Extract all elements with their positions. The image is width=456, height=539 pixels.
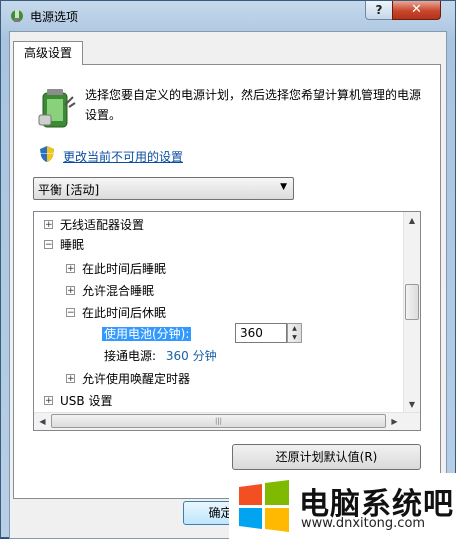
- plugged-in-label: 接通电源:: [104, 349, 157, 363]
- power-options-window: 电源选项 ? ✕ 高级设置 选择您要自定义的电源计划，然后选择您希望计算机管理的…: [0, 0, 456, 539]
- spin-up-icon[interactable]: ▲: [288, 324, 301, 333]
- expand-icon[interactable]: +: [44, 220, 53, 230]
- close-button[interactable]: ✕: [392, 1, 441, 20]
- tree-item-label: 在此时间后休眠: [82, 306, 167, 320]
- spin-down-icon[interactable]: ▼: [288, 333, 301, 342]
- title-bar[interactable]: 电源选项 ? ✕: [1, 1, 456, 31]
- plugged-in-setting-row[interactable]: 接通电源: 360 分钟: [104, 347, 217, 365]
- tree-item-label: USB 设置: [60, 394, 113, 408]
- battery-plug-icon: [38, 89, 76, 128]
- uac-shield-icon: [40, 146, 54, 162]
- window-title: 电源选项: [30, 10, 79, 24]
- description-text: 选择您要自定义的电源计划，然后选择您希望计算机管理的电源设置。: [85, 88, 422, 122]
- scroll-left-icon[interactable]: ◀: [34, 413, 51, 430]
- vertical-scroll-thumb[interactable]: [405, 284, 419, 320]
- expand-icon[interactable]: +: [66, 374, 75, 384]
- scroll-down-icon[interactable]: ▼: [404, 396, 420, 413]
- power-settings-tree[interactable]: + 无线适配器设置 − 睡眠 + 在此时间后睡眠 + 允许混合睡眠 − 在此时间…: [33, 211, 421, 431]
- change-unavailable-settings-link[interactable]: 更改当前不可用的设置: [63, 148, 183, 165]
- expand-icon[interactable]: +: [44, 396, 53, 406]
- collapse-icon[interactable]: −: [44, 240, 53, 250]
- battery-minutes-input[interactable]: 360: [235, 323, 287, 343]
- collapse-icon[interactable]: −: [66, 308, 75, 318]
- power-plan-dropdown[interactable]: 平衡 [活动] ▼: [33, 177, 294, 200]
- battery-setting-row: 使用电池(分钟):: [102, 325, 192, 343]
- scroll-up-icon[interactable]: ▲: [404, 212, 420, 229]
- horizontal-scrollbar[interactable]: ◀ ||| ▶: [34, 412, 420, 430]
- tree-item-label: 允许混合睡眠: [82, 284, 155, 298]
- watermark-url: www.dnxitong.com: [301, 516, 426, 531]
- expand-icon[interactable]: +: [66, 286, 75, 296]
- vertical-scrollbar[interactable]: ▲ ▼: [403, 212, 420, 413]
- battery-minutes-spinner[interactable]: ▲ ▼: [287, 323, 302, 343]
- tree-item-label: 在此时间后睡眠: [82, 262, 167, 276]
- site-watermark: 电脑系统吧 www.dnxitong.com: [229, 473, 456, 539]
- power-plan-value: 平衡 [活动]: [38, 183, 100, 197]
- windows-logo-icon: [239, 480, 289, 532]
- tree-item-label: 无线适配器设置: [60, 218, 145, 232]
- power-options-icon: [11, 10, 23, 22]
- tab-advanced-settings[interactable]: 高级设置: [13, 41, 83, 65]
- expand-icon[interactable]: +: [66, 264, 75, 274]
- tree-item-label: 允许使用唤醒定时器: [82, 372, 191, 386]
- restore-plan-defaults-button[interactable]: 还原计划默认值(R): [232, 444, 421, 470]
- plugged-in-value[interactable]: 360 分钟: [166, 349, 217, 363]
- scroll-right-icon[interactable]: ▶: [386, 413, 403, 430]
- help-button[interactable]: ?: [365, 1, 393, 20]
- horizontal-scroll-thumb[interactable]: |||: [51, 414, 386, 428]
- battery-setting-label: 使用电池(分钟):: [102, 327, 192, 341]
- chevron-down-icon: ▼: [280, 182, 287, 192]
- tree-item-label: 睡眠: [60, 238, 85, 252]
